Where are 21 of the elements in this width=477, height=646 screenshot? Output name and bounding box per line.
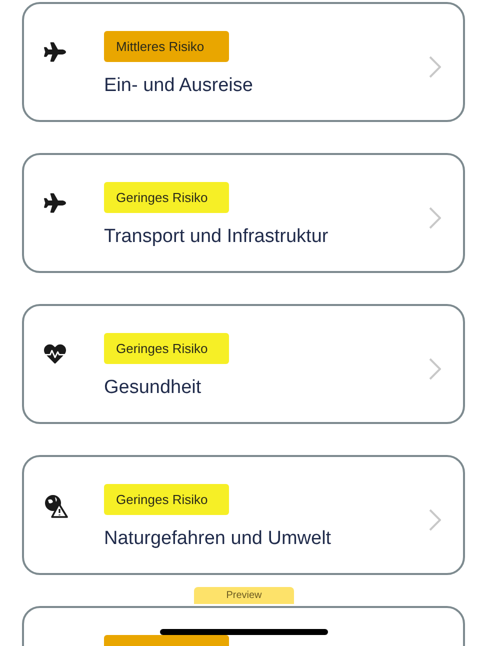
category-card[interactable]: Geringes Risiko Gesundheit	[22, 304, 465, 424]
card-title: Transport und Infrastruktur	[104, 225, 328, 249]
card-title: Gesundheit	[104, 376, 202, 400]
chevron-right-icon	[429, 207, 441, 229]
plane-icon	[44, 192, 66, 214]
risk-badge: Mittleres Risiko	[104, 31, 229, 62]
preview-label: Preview	[194, 587, 294, 604]
card-title: Ein- und Ausreise	[104, 74, 253, 98]
chevron-right-icon	[429, 56, 441, 78]
risk-badge: Geringes Risiko	[104, 484, 229, 515]
globe-warning-icon	[44, 494, 68, 518]
card-title: Naturgefahren und Umwelt	[104, 527, 332, 551]
risk-badge: Geringes Risiko	[104, 333, 229, 364]
plane-icon	[44, 41, 66, 63]
chevron-right-icon	[429, 358, 441, 380]
category-card[interactable]: Mittleres Risiko Ein- und Ausreise	[22, 2, 465, 122]
category-card[interactable]: Geringes Risiko Transport und Infrastruktur	[22, 153, 465, 273]
risk-badge: Geringes Risiko	[104, 182, 229, 213]
category-card[interactable]: Geringes Risiko Naturgefahren und Umwelt	[22, 455, 465, 575]
chevron-right-icon	[429, 509, 441, 531]
heart-pulse-icon	[44, 343, 66, 365]
